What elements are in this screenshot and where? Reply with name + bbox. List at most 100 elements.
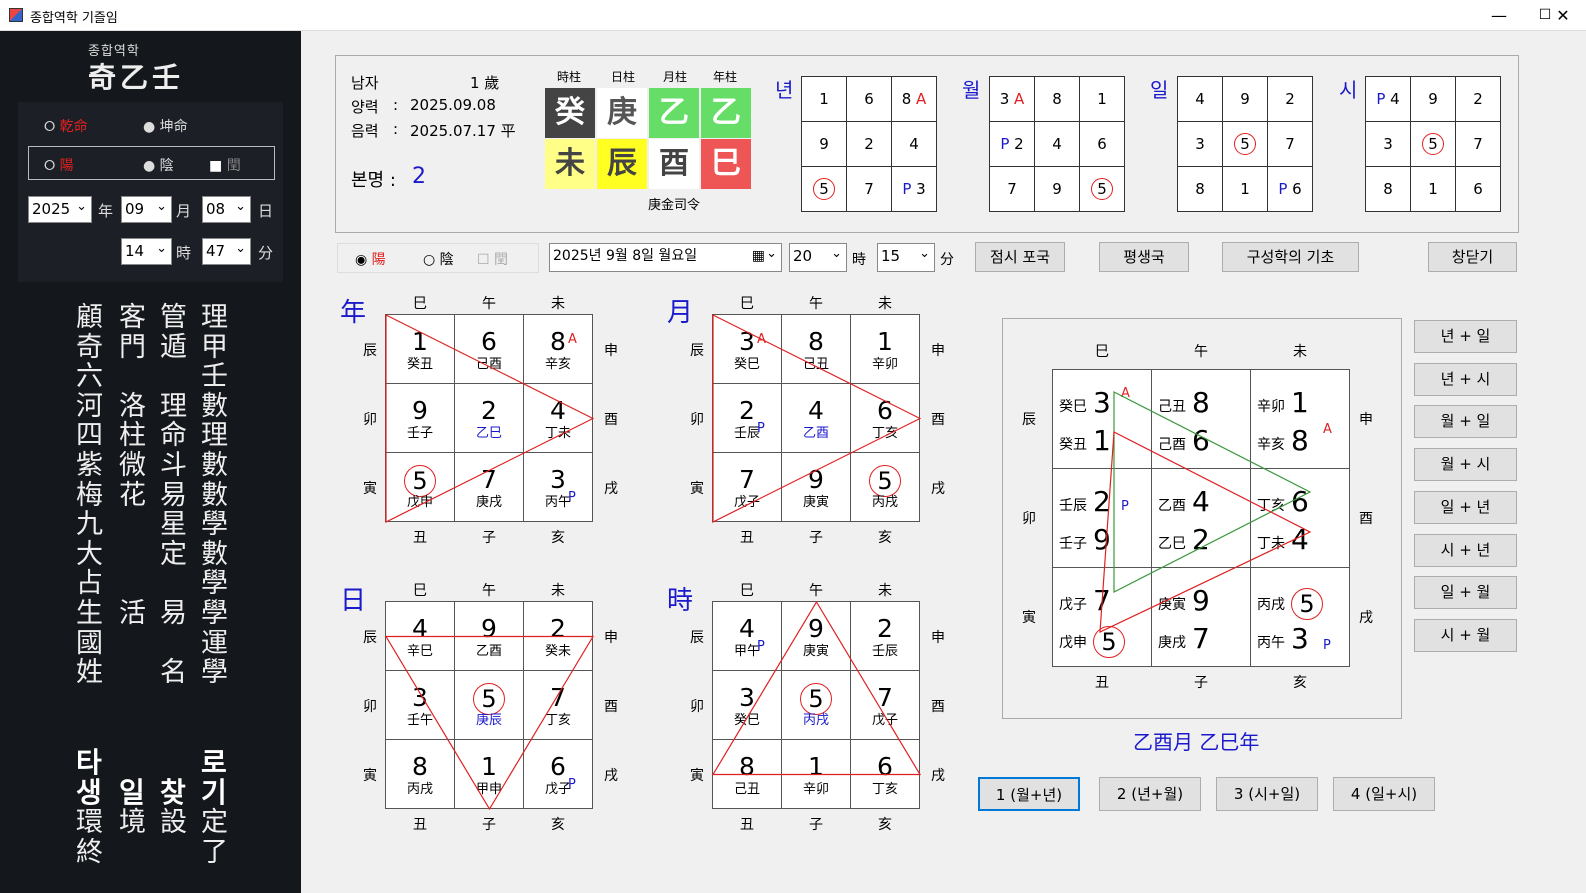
sidebar-menu-char[interactable]: 學 <box>201 658 228 688</box>
hour-select[interactable]: 14 <box>121 236 172 265</box>
edge-right: 申 <box>604 630 618 646</box>
sidebar-menu-char[interactable]: 數 <box>201 480 228 511</box>
sidebar-menu-char[interactable]: 客 <box>119 303 146 333</box>
radio-male[interactable]: ⭘ 乾命 <box>44 116 88 136</box>
sidebar-menu-char[interactable]: 管 <box>160 303 187 333</box>
edge-right: 申 <box>931 343 945 359</box>
sidebar-menu-char[interactable]: 境 <box>119 808 146 838</box>
sidebar-menu-char[interactable]: 생 <box>76 778 102 808</box>
radio-solar-2[interactable]: ◉ 陽 <box>355 249 386 269</box>
sidebar-menu-char[interactable]: 遁 <box>160 332 187 363</box>
sidebar-menu-char[interactable]: 梅 <box>76 480 103 511</box>
radio-lunar[interactable]: ● 陰 <box>143 155 174 175</box>
sidebar-menu-char[interactable]: 定 <box>160 539 187 570</box>
sidebar-menu-char[interactable]: 奇 <box>76 332 103 363</box>
jeomsi-pokguk-button[interactable]: 점시 포국 <box>975 242 1065 272</box>
sidebar-menu-char[interactable]: 占 <box>76 569 103 599</box>
sidebar-menu-char[interactable]: 理 <box>160 391 187 422</box>
cell-ganzhi: 己丑 <box>802 357 829 372</box>
layout-option-button[interactable]: 4 (일+시) <box>1333 777 1435 811</box>
pyeongsaengguk-button[interactable]: 평생국 <box>1099 242 1189 272</box>
sidebar-menu-char[interactable]: 六 <box>76 362 103 392</box>
sidebar-menu-char[interactable]: 命 <box>160 421 187 451</box>
minimize-button[interactable]: — <box>1476 0 1522 31</box>
sidebar-menu-char[interactable]: 大 <box>76 539 103 570</box>
sidebar-menu-char[interactable]: 花 <box>119 480 146 511</box>
edge-top: 未 <box>878 583 892 599</box>
sidebar-menu-char[interactable]: 名 <box>160 658 187 688</box>
layout-option-button[interactable]: 2 (년+월) <box>1099 777 1201 811</box>
sidebar-menu-char[interactable]: 柱 <box>119 421 146 451</box>
sidebar-menu-char[interactable]: 學 <box>201 599 228 629</box>
layout-option-button[interactable]: 3 (시+일) <box>1216 777 1318 811</box>
sidebar-menu-char[interactable]: 了 <box>201 838 228 868</box>
month-select[interactable]: 09 <box>121 194 172 223</box>
radio-solar[interactable]: ⭘ 陽 <box>44 155 74 175</box>
sidebar-menu-char[interactable]: 運 <box>201 628 228 659</box>
sidebar-menu-char[interactable]: 四 <box>76 421 103 451</box>
combine-button[interactable]: 월 + 일 <box>1414 405 1517 439</box>
combine-button[interactable]: 일 + 년 <box>1414 490 1517 524</box>
a-mark: A <box>1121 386 1130 401</box>
p-mark: P <box>568 777 576 792</box>
sidebar-menu-char[interactable]: 微 <box>119 451 146 481</box>
sidebar-menu-char[interactable]: 終 <box>76 838 103 868</box>
minute-select[interactable]: 47 <box>202 236 251 265</box>
sidebar-menu-char[interactable]: 기 <box>201 778 227 808</box>
day-select[interactable]: 08 <box>202 194 251 223</box>
sidebar-menu-char[interactable]: 門 <box>119 332 146 363</box>
basics-button[interactable]: 구성학의 기초 <box>1222 242 1359 272</box>
sidebar-menu-char[interactable]: 定 <box>201 808 228 838</box>
checkbox-leap-2[interactable]: ☐ 閏 <box>477 249 508 269</box>
sidebar-menu-char[interactable]: 易 <box>160 480 187 511</box>
sidebar-menu-char[interactable]: 學 <box>201 510 228 540</box>
layout-option-button[interactable]: 1 (월+년) <box>978 777 1080 811</box>
close-window-button[interactable]: 창닫기 <box>1428 242 1517 272</box>
month-label: 月 <box>176 202 192 220</box>
year-select[interactable]: 2025 <box>28 194 92 223</box>
minute-select-2[interactable]: 15 <box>877 241 935 272</box>
sidebar-menu-char[interactable]: 타 <box>76 748 102 778</box>
sidebar-menu-char[interactable]: 紫 <box>76 451 103 481</box>
sidebar-menu-char[interactable]: 星 <box>160 510 187 540</box>
sidebar-menu-char[interactable]: 活 <box>119 599 146 629</box>
sidebar-menu-char[interactable]: 斗 <box>160 451 187 481</box>
edge-left: 卯 <box>1022 511 1036 527</box>
combine-button[interactable]: 월 + 시 <box>1414 448 1517 482</box>
sidebar-menu-char[interactable]: 設 <box>160 808 187 838</box>
sidebar-menu-char[interactable]: 數 <box>201 451 228 481</box>
combine-button[interactable]: 일 + 월 <box>1414 576 1517 610</box>
combine-button[interactable]: 년 + 일 <box>1414 320 1517 353</box>
radio-lunar-2[interactable]: ○ 陰 <box>423 249 454 269</box>
sidebar-menu-char[interactable]: 數 <box>201 391 228 422</box>
sidebar-menu-char[interactable]: 易 <box>160 599 187 629</box>
calendar-icon[interactable]: ▦ <box>752 244 765 269</box>
cell-number: 1 <box>412 327 428 356</box>
sidebar-menu-char[interactable]: 洛 <box>119 391 146 422</box>
sidebar-menu-char[interactable]: 生 <box>76 599 103 629</box>
combine-button[interactable]: 시 + 월 <box>1414 618 1517 652</box>
sidebar-menu-char[interactable]: 일 <box>119 778 145 808</box>
sidebar-menu-char[interactable]: 理 <box>201 421 228 451</box>
checkbox-leap[interactable]: ■ 閏 <box>209 155 241 175</box>
sidebar-menu-char[interactable]: 環 <box>76 808 103 838</box>
combine-button[interactable]: 년 + 시 <box>1414 362 1517 396</box>
radio-female[interactable]: ● 坤命 <box>143 116 188 136</box>
sidebar-menu-char[interactable]: 姓 <box>76 658 103 688</box>
sidebar-menu-char[interactable]: 國 <box>76 628 103 659</box>
sidebar-menu-char[interactable]: 河 <box>76 391 103 422</box>
sidebar-menu-char[interactable]: 찾 <box>160 778 186 808</box>
sidebar-menu-char[interactable]: 九 <box>76 510 103 540</box>
sidebar-menu-char[interactable]: 學 <box>201 569 228 599</box>
combine-button[interactable]: 시 + 년 <box>1414 533 1517 567</box>
sidebar-menu-char[interactable]: 甲 <box>201 332 228 363</box>
cell-number: 1 <box>481 752 497 781</box>
hour-select-2[interactable]: 20 <box>789 241 847 272</box>
sidebar-menu-char[interactable]: 로 <box>201 748 227 778</box>
sidebar-menu-char[interactable]: 壬 <box>201 362 228 392</box>
sidebar-menu-char[interactable]: 數 <box>201 539 228 570</box>
close-button[interactable]: ✕ <box>1540 0 1586 31</box>
sidebar-menu-char[interactable]: 理 <box>201 303 228 333</box>
date-picker[interactable]: 2025년 9월 8일 월요일 ▦ <box>549 241 782 272</box>
sidebar-menu-char[interactable]: 顧 <box>76 303 103 333</box>
